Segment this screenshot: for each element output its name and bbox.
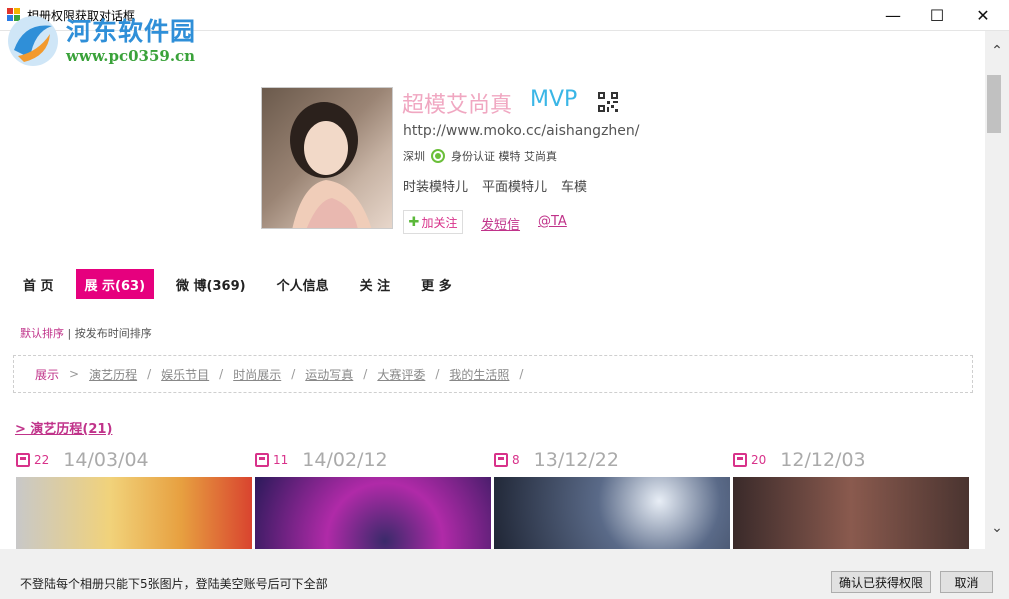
album-icon: [733, 453, 747, 467]
qr-code-icon[interactable]: [598, 92, 618, 112]
profile-city: 深圳: [403, 150, 425, 163]
breadcrumb-separator: /: [291, 367, 296, 381]
profile-tabs: 首 页 展 示(63) 微 博(369) 个人信息 关 注 更 多: [14, 269, 474, 299]
album-icon: [255, 453, 269, 467]
sort-separator: |: [64, 327, 75, 340]
album-date: 13/12/22: [533, 449, 619, 471]
album-date: 14/03/04: [63, 449, 149, 471]
breadcrumb-separator: /: [219, 367, 224, 381]
scroll-up-icon[interactable]: ⌃: [985, 39, 1009, 63]
download-notice: 不登陆每个相册只能下5张图片，登陆美空账号后可下全部: [20, 577, 328, 591]
sort-by-time-link[interactable]: 按发布时间排序: [75, 327, 152, 340]
vertical-scrollbar[interactable]: ⌃ ⌄: [985, 31, 1009, 549]
album-card[interactable]: 20 12/12/03: [733, 448, 969, 549]
mvp-badge: MVP: [530, 87, 578, 112]
scroll-down-icon[interactable]: ⌄: [985, 516, 1009, 540]
breadcrumb-item[interactable]: 演艺历程: [89, 366, 137, 383]
section-title[interactable]: > 演艺历程(21): [15, 418, 112, 437]
album-date: 14/02/12: [302, 449, 388, 471]
mention-link[interactable]: @TA: [538, 214, 567, 229]
album-cover[interactable]: [494, 477, 730, 549]
page-content[interactable]: 超模艾尚真 MVP http://www.moko.cc/aishangzhen…: [0, 31, 985, 549]
album-header: 11 14/02/12: [255, 448, 491, 472]
album-cover[interactable]: [255, 477, 491, 549]
album-count: 11: [273, 453, 289, 467]
profile-photo[interactable]: [261, 87, 393, 229]
profile-url[interactable]: http://www.moko.cc/aishangzhen/: [403, 123, 640, 139]
breadcrumb-separator: /: [435, 367, 440, 381]
close-button[interactable]: ✕: [960, 0, 1006, 30]
album-count: 22: [34, 453, 50, 467]
breadcrumb-root[interactable]: 展示: [35, 366, 59, 383]
scrollbar-thumb[interactable]: [987, 75, 1001, 133]
tab-home[interactable]: 首 页: [14, 269, 63, 299]
profile-tag: 时装模特儿: [403, 180, 469, 195]
album-card[interactable]: 11 14/02/12: [255, 448, 491, 549]
album-count: 8: [512, 453, 520, 467]
profile-tag: 平面模特儿: [482, 180, 548, 195]
watermark-url: www.pc0359.cn: [66, 47, 196, 65]
breadcrumb-separator: >: [69, 367, 80, 381]
watermark-emblem-icon: [8, 16, 58, 66]
breadcrumb-item[interactable]: 运动写真: [305, 366, 353, 383]
watermark-title: 河东软件园: [66, 17, 197, 46]
profile-meta: 深圳 身份认证 模特 艾尚真: [403, 148, 557, 164]
album-breadcrumb: 展示 > 演艺历程 / 娱乐节目 / 时尚展示 / 运动写真 / 大赛评委 / …: [13, 355, 973, 393]
follow-button[interactable]: ✚ 加关注: [403, 210, 463, 234]
tab-weibo[interactable]: 微 博(369): [167, 269, 255, 299]
breadcrumb-separator: /: [147, 367, 152, 381]
album-icon: [16, 453, 30, 467]
follow-label: 加关注: [421, 215, 458, 230]
portrait-image-icon: [290, 102, 372, 228]
tab-personal-info[interactable]: 个人信息: [268, 269, 338, 299]
tab-showcase[interactable]: 展 示(63): [75, 269, 155, 299]
profile-tags: 时装模特儿 平面模特儿 车模: [403, 176, 587, 195]
breadcrumb-separator: /: [363, 367, 368, 381]
album-header: 22 14/03/04: [16, 448, 252, 472]
cancel-button[interactable]: 取消: [940, 571, 993, 593]
profile-name: 超模艾尚真: [402, 93, 513, 118]
album-icon: [494, 453, 508, 467]
album-card[interactable]: 22 14/03/04: [16, 448, 252, 549]
watermark-logo: 河东软件园 www.pc0359.cn: [4, 12, 204, 70]
album-header: 8 13/12/22: [494, 448, 730, 472]
album-cover[interactable]: [16, 477, 252, 549]
breadcrumb-item[interactable]: 大赛评委: [377, 366, 425, 383]
album-header: 20 12/12/03: [733, 448, 969, 472]
minimize-button[interactable]: —: [870, 0, 916, 30]
breadcrumb-item[interactable]: 娱乐节目: [161, 366, 209, 383]
album-cover[interactable]: [733, 477, 969, 549]
tab-more[interactable]: 更 多: [412, 269, 461, 299]
send-message-link[interactable]: 发短信: [481, 214, 520, 233]
album-count: 20: [751, 453, 767, 467]
plus-icon: ✚: [408, 214, 420, 230]
profile-tag: 车模: [561, 180, 588, 195]
breadcrumb-item[interactable]: 我的生活照: [449, 366, 509, 383]
breadcrumb-separator: /: [519, 367, 524, 381]
dialog-footer: 不登陆每个相册只能下5张图片，登陆美空账号后可下全部 确认已获得权限 取消: [0, 549, 1009, 599]
sort-default-link[interactable]: 默认排序: [20, 327, 64, 340]
tab-following[interactable]: 关 注: [351, 269, 400, 299]
breadcrumb-item[interactable]: 时尚展示: [233, 366, 281, 383]
profile-verify: 身份认证 模特 艾尚真: [451, 150, 557, 163]
confirm-permission-button[interactable]: 确认已获得权限: [831, 571, 931, 593]
verified-icon: [431, 149, 445, 163]
sort-options: 默认排序 | 按发布时间排序: [20, 325, 152, 341]
album-date: 12/12/03: [780, 449, 866, 471]
maximize-button[interactable]: ☐: [914, 0, 960, 30]
album-card[interactable]: 8 13/12/22: [494, 448, 730, 549]
